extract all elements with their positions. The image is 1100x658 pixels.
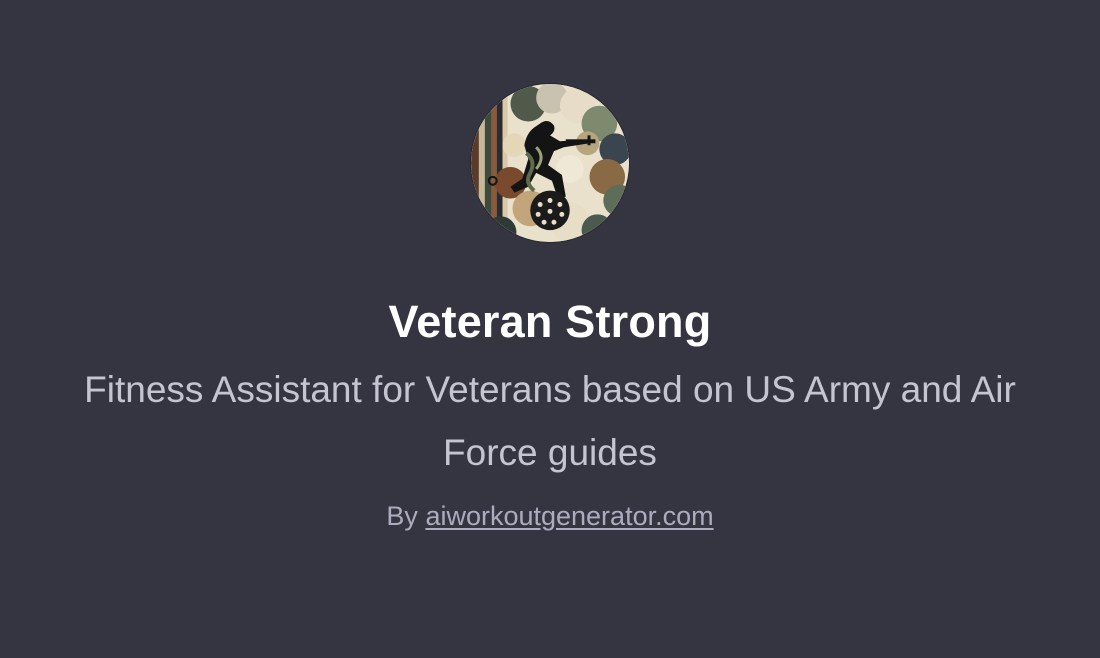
author-link[interactable]: aiworkoutgenerator.com: [425, 501, 713, 531]
soldier-camouflage-avatar-icon: [471, 84, 629, 242]
gpt-description: Fitness Assistant for Veterans based on …: [84, 369, 1016, 473]
author-byline: By aiworkoutgenerator.com: [386, 498, 713, 534]
gpt-title: Veteran Strong: [388, 296, 712, 347]
byline-prefix: By: [386, 501, 418, 531]
gpt-profile-card: Veteran Strong Fitness Assistant for Vet…: [0, 0, 1100, 658]
